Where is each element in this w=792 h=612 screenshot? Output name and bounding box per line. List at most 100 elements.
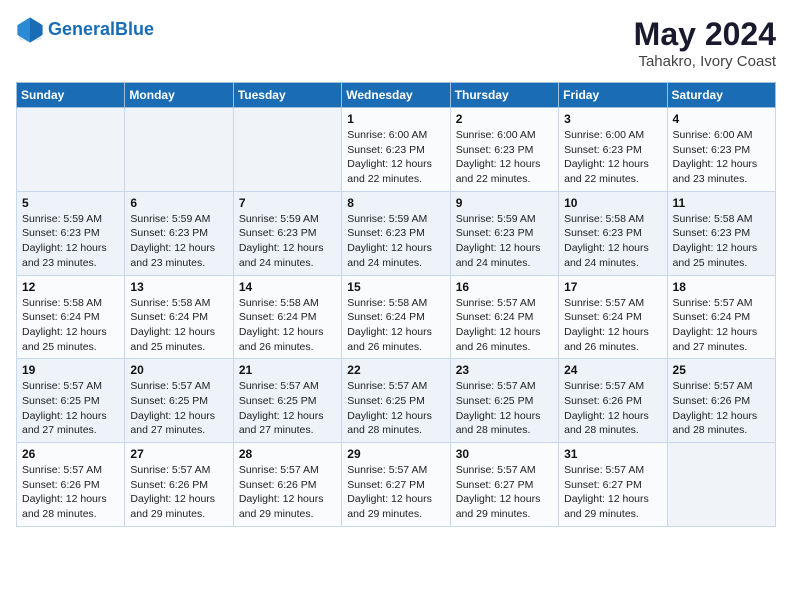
day-number: 10 xyxy=(564,196,661,210)
day-number: 8 xyxy=(347,196,444,210)
day-info: Sunrise: 5:57 AMSunset: 6:25 PMDaylight:… xyxy=(130,379,227,438)
day-number: 1 xyxy=(347,112,444,126)
calendar-cell: 30 Sunrise: 5:57 AMSunset: 6:27 PMDayligh… xyxy=(450,443,558,527)
weekday-header-cell: Tuesday xyxy=(233,83,341,108)
day-info: Sunrise: 5:58 AMSunset: 6:24 PMDaylight:… xyxy=(239,296,336,355)
day-info: Sunrise: 5:58 AMSunset: 6:24 PMDaylight:… xyxy=(130,296,227,355)
calendar-cell xyxy=(233,108,341,192)
calendar-cell: 19 Sunrise: 5:57 AMSunset: 6:25 PMDayligh… xyxy=(17,359,125,443)
calendar-cell: 29Sunrise: 5:57 AMSunset: 6:27 PMDayligh… xyxy=(342,443,450,527)
day-number: 31 xyxy=(564,447,661,461)
calendar-cell: 24Sunrise: 5:57 AMSunset: 6:26 PMDayligh… xyxy=(559,359,667,443)
day-info: Sunrise: 5:59 AMSunset: 6:23 PMDaylight:… xyxy=(22,212,119,271)
day-number: 17 xyxy=(564,280,661,294)
calendar-cell: 2 Sunrise: 6:00 AMSunset: 6:23 PMDaylight… xyxy=(450,108,558,192)
calendar-cell: 11Sunrise: 5:58 AMSunset: 6:23 PMDayligh… xyxy=(667,191,775,275)
day-number: 23 xyxy=(456,363,553,377)
calendar-cell: 1 Sunrise: 6:00 AMSunset: 6:23 PMDaylight… xyxy=(342,108,450,192)
day-number: 13 xyxy=(130,280,227,294)
title-block: May 2024 Tahakro, Ivory Coast xyxy=(634,16,776,70)
day-info: Sunrise: 5:57 AMSunset: 6:26 PMDaylight:… xyxy=(564,379,661,438)
calendar-cell: 16 Sunrise: 5:57 AMSunset: 6:24 PMDayligh… xyxy=(450,275,558,359)
calendar-cell: 13 Sunrise: 5:58 AMSunset: 6:24 PMDayligh… xyxy=(125,275,233,359)
day-info: Sunrise: 5:57 AMSunset: 6:27 PMDaylight:… xyxy=(456,463,553,522)
calendar-cell: 21Sunrise: 5:57 AMSunset: 6:25 PMDayligh… xyxy=(233,359,341,443)
day-info: Sunrise: 5:57 AMSunset: 6:25 PMDaylight:… xyxy=(456,379,553,438)
day-info: Sunrise: 5:58 AMSunset: 6:24 PMDaylight:… xyxy=(22,296,119,355)
day-info: Sunrise: 5:59 AMSunset: 6:23 PMDaylight:… xyxy=(347,212,444,271)
day-number: 21 xyxy=(239,363,336,377)
calendar-cell xyxy=(17,108,125,192)
calendar-cell: 10 Sunrise: 5:58 AMSunset: 6:23 PMDayligh… xyxy=(559,191,667,275)
day-number: 12 xyxy=(22,280,119,294)
logo-icon xyxy=(16,16,44,44)
day-number: 9 xyxy=(456,196,553,210)
weekday-header-row: SundayMondayTuesdayWednesdayThursdayFrid… xyxy=(17,83,776,108)
calendar-cell: 31 Sunrise: 5:57 AMSunset: 6:27 PMDayligh… xyxy=(559,443,667,527)
day-number: 19 xyxy=(22,363,119,377)
calendar-cell: 9 Sunrise: 5:59 AMSunset: 6:23 PMDaylight… xyxy=(450,191,558,275)
calendar-cell: 28 Sunrise: 5:57 AMSunset: 6:26 PMDayligh… xyxy=(233,443,341,527)
calendar-cell: 22Sunrise: 5:57 AMSunset: 6:25 PMDayligh… xyxy=(342,359,450,443)
calendar-cell: 27 Sunrise: 5:57 AMSunset: 6:26 PMDayligh… xyxy=(125,443,233,527)
day-info: Sunrise: 5:57 AMSunset: 6:27 PMDaylight:… xyxy=(347,463,444,522)
day-info: Sunrise: 5:57 AMSunset: 6:25 PMDaylight:… xyxy=(347,379,444,438)
day-info: Sunrise: 5:59 AMSunset: 6:23 PMDaylight:… xyxy=(456,212,553,271)
day-info: Sunrise: 6:00 AMSunset: 6:23 PMDaylight:… xyxy=(673,128,770,187)
day-info: Sunrise: 5:57 AMSunset: 6:24 PMDaylight:… xyxy=(673,296,770,355)
weekday-header-cell: Monday xyxy=(125,83,233,108)
day-info: Sunrise: 5:57 AMSunset: 6:24 PMDaylight:… xyxy=(564,296,661,355)
weekday-header-cell: Wednesday xyxy=(342,83,450,108)
calendar-cell: 14 Sunrise: 5:58 AMSunset: 6:24 PMDayligh… xyxy=(233,275,341,359)
calendar-cell: 25 Sunrise: 5:57 AMSunset: 6:26 PMDayligh… xyxy=(667,359,775,443)
day-number: 27 xyxy=(130,447,227,461)
day-number: 6 xyxy=(130,196,227,210)
calendar-body: 1 Sunrise: 6:00 AMSunset: 6:23 PMDaylight… xyxy=(17,108,776,527)
day-info: Sunrise: 5:57 AMSunset: 6:25 PMDaylight:… xyxy=(22,379,119,438)
day-info: Sunrise: 6:00 AMSunset: 6:23 PMDaylight:… xyxy=(456,128,553,187)
calendar-cell xyxy=(667,443,775,527)
day-info: Sunrise: 5:58 AMSunset: 6:24 PMDaylight:… xyxy=(347,296,444,355)
weekday-header-cell: Friday xyxy=(559,83,667,108)
day-info: Sunrise: 5:58 AMSunset: 6:23 PMDaylight:… xyxy=(564,212,661,271)
day-info: Sunrise: 5:58 AMSunset: 6:23 PMDaylight:… xyxy=(673,212,770,271)
day-info: Sunrise: 5:57 AMSunset: 6:26 PMDaylight:… xyxy=(130,463,227,522)
calendar-table: SundayMondayTuesdayWednesdayThursdayFrid… xyxy=(16,82,776,527)
day-number: 5 xyxy=(22,196,119,210)
calendar-cell: 4 Sunrise: 6:00 AMSunset: 6:23 PMDaylight… xyxy=(667,108,775,192)
day-info: Sunrise: 5:57 AMSunset: 6:27 PMDaylight:… xyxy=(564,463,661,522)
calendar-cell: 3 Sunrise: 6:00 AMSunset: 6:23 PMDaylight… xyxy=(559,108,667,192)
day-info: Sunrise: 6:00 AMSunset: 6:23 PMDaylight:… xyxy=(564,128,661,187)
page-header: GeneralBlue May 2024 Tahakro, Ivory Coas… xyxy=(16,16,776,70)
calendar-week-row: 19 Sunrise: 5:57 AMSunset: 6:25 PMDayligh… xyxy=(17,359,776,443)
day-number: 7 xyxy=(239,196,336,210)
calendar-cell: 18 Sunrise: 5:57 AMSunset: 6:24 PMDayligh… xyxy=(667,275,775,359)
weekday-header-cell: Thursday xyxy=(450,83,558,108)
day-number: 25 xyxy=(673,363,770,377)
calendar-week-row: 1 Sunrise: 6:00 AMSunset: 6:23 PMDaylight… xyxy=(17,108,776,192)
weekday-header-cell: Sunday xyxy=(17,83,125,108)
calendar-week-row: 12 Sunrise: 5:58 AMSunset: 6:24 PMDayligh… xyxy=(17,275,776,359)
day-info: Sunrise: 5:57 AMSunset: 6:26 PMDaylight:… xyxy=(239,463,336,522)
day-number: 2 xyxy=(456,112,553,126)
day-info: Sunrise: 6:00 AMSunset: 6:23 PMDaylight:… xyxy=(347,128,444,187)
day-number: 15 xyxy=(347,280,444,294)
day-number: 26 xyxy=(22,447,119,461)
calendar-cell: 8 Sunrise: 5:59 AMSunset: 6:23 PMDaylight… xyxy=(342,191,450,275)
calendar-cell: 15 Sunrise: 5:58 AMSunset: 6:24 PMDayligh… xyxy=(342,275,450,359)
month-year: May 2024 xyxy=(634,16,776,53)
day-number: 16 xyxy=(456,280,553,294)
day-number: 30 xyxy=(456,447,553,461)
day-info: Sunrise: 5:57 AMSunset: 6:24 PMDaylight:… xyxy=(456,296,553,355)
day-number: 14 xyxy=(239,280,336,294)
day-info: Sunrise: 5:57 AMSunset: 6:26 PMDaylight:… xyxy=(673,379,770,438)
day-number: 28 xyxy=(239,447,336,461)
logo-line2: Blue xyxy=(115,19,154,39)
calendar-cell: 12 Sunrise: 5:58 AMSunset: 6:24 PMDayligh… xyxy=(17,275,125,359)
calendar-cell: 5 Sunrise: 5:59 AMSunset: 6:23 PMDaylight… xyxy=(17,191,125,275)
day-number: 4 xyxy=(673,112,770,126)
day-number: 3 xyxy=(564,112,661,126)
day-number: 20 xyxy=(130,363,227,377)
day-number: 18 xyxy=(673,280,770,294)
calendar-cell xyxy=(125,108,233,192)
